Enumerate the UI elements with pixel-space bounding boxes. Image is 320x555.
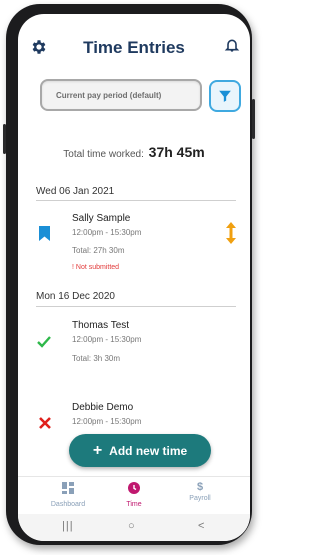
recent-apps-button[interactable]: ||| xyxy=(62,520,74,532)
entry-time: 12:00pm - 15:30pm xyxy=(72,417,142,426)
app-screen: Time Entries Current pay period (default… xyxy=(18,14,250,541)
add-new-time-label: Add new time xyxy=(109,443,188,458)
cross-icon xyxy=(39,417,51,429)
entry-time: 12:00pm - 15:30pm xyxy=(72,335,142,344)
dashboard-icon xyxy=(62,482,74,494)
plus-icon: + xyxy=(92,441,103,459)
divider xyxy=(36,306,236,307)
nav-item-dashboard[interactable]: Dashboard xyxy=(38,481,98,508)
system-navigation-bar: ||| ○ < xyxy=(18,514,250,541)
dollar-icon: $ xyxy=(196,481,204,493)
reorder-icon[interactable] xyxy=(226,222,236,244)
bottom-nav: Dashboard Time $ Payroll xyxy=(18,476,250,515)
total-time-worked: Total time worked: 37h 45m xyxy=(18,144,250,160)
entry-time: 12:00pm - 15:30pm xyxy=(72,228,142,237)
power-button xyxy=(252,99,255,139)
filter-button[interactable] xyxy=(209,80,241,112)
entry-name: Thomas Test xyxy=(72,320,130,331)
divider xyxy=(36,200,236,201)
entry-name: Sally Sample xyxy=(72,213,131,224)
nav-item-time[interactable]: Time xyxy=(104,481,164,508)
entry-warning: ! Not submitted xyxy=(72,264,120,271)
home-button[interactable]: ○ xyxy=(128,520,135,532)
check-icon xyxy=(37,336,51,348)
phone-frame: Time Entries Current pay period (default… xyxy=(3,4,255,545)
app-header: Time Entries xyxy=(18,14,250,66)
nav-label: Time xyxy=(126,501,142,508)
entry-total: Total: 3h 30m xyxy=(72,354,121,363)
date-header: Mon 16 Dec 2020 xyxy=(36,291,115,302)
date-header: Wed 06 Jan 2021 xyxy=(36,186,115,197)
bookmark-icon xyxy=(39,226,50,241)
bell-icon[interactable] xyxy=(224,36,240,54)
clock-icon xyxy=(128,482,140,494)
volume-button xyxy=(3,124,6,154)
entry-total: Total: 27h 30m xyxy=(72,246,125,255)
nav-item-payroll[interactable]: $ Payroll xyxy=(170,481,230,502)
total-label: Total time worked: xyxy=(63,149,144,160)
entry-name: Debbie Demo xyxy=(72,402,134,413)
total-value: 37h 45m xyxy=(148,144,205,160)
pay-period-select[interactable]: Current pay period (default) xyxy=(40,79,202,111)
nav-label: Payroll xyxy=(189,495,211,502)
add-new-time-button[interactable]: + Add new time xyxy=(69,434,211,467)
page-title: Time Entries xyxy=(83,38,185,57)
nav-label: Dashboard xyxy=(50,501,86,508)
back-button[interactable]: < xyxy=(198,520,204,532)
filter-icon xyxy=(219,90,231,102)
pay-period-value: Current pay period (default) xyxy=(56,90,162,100)
